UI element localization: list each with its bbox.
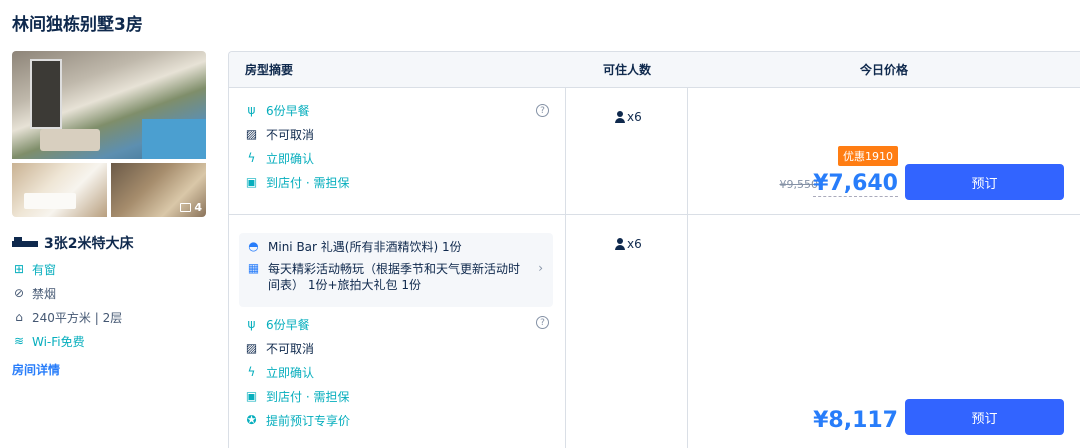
benefit-label: 到店付 · 需担保 — [266, 175, 350, 190]
benefit-breakfast: ψ 6份早餐 — [245, 102, 549, 118]
benefit-confirm: ϟ 立即确认 — [245, 364, 550, 380]
wifi-icon: ≋ — [13, 334, 25, 348]
chevron-right-icon: › — [538, 261, 543, 275]
bed-info: 3张2米特大床 — [12, 233, 206, 253]
benefit-label: 到店付 · 需担保 — [266, 389, 350, 404]
current-price[interactable]: ¥7,640 — [813, 172, 898, 197]
photo-bed — [24, 193, 76, 209]
current-price[interactable]: ¥8,117 — [813, 409, 898, 433]
feature-label: Wi-Fi免费 — [32, 334, 85, 349]
lightning-icon: ϟ — [247, 151, 256, 165]
occupancy: x6 — [614, 237, 642, 251]
book-button[interactable]: 预订 — [905, 399, 1064, 435]
price-cell: 优惠1910 ¥9,550 ¥7,640 预订 — [688, 88, 1080, 214]
gift-package[interactable]: ◓ Mini Bar 礼遇(所有非酒精饮料) 1份 ▦ 每天精彩活动畅玩（根据季节和… — [239, 233, 553, 307]
occupancy-count: x6 — [627, 110, 642, 124]
photo-sofa — [40, 129, 100, 151]
header-price: 今日价格 — [859, 63, 908, 77]
benefit-label: 6份早餐 — [266, 103, 310, 118]
header-summary: 房型摘要 — [245, 63, 294, 77]
benefit-label: 不可取消 — [266, 341, 315, 356]
room-detail-link[interactable]: 房间详情 — [12, 361, 206, 378]
room-title: 林间独栋别墅3房 — [12, 15, 143, 35]
feature-label: 禁烟 — [32, 286, 57, 301]
room-photo-main[interactable] — [12, 51, 206, 159]
rate-summary: ? ψ 6份早餐 ▨ 不可取消 ϟ 立即确认 ▣ 到店付 · 需担保 — [229, 88, 566, 214]
room-photo-thumb[interactable]: 4 — [111, 163, 206, 217]
benefit-cancel: ▨ 不可取消 — [245, 126, 549, 142]
rate-table: 房型摘要 可住人数 今日价格 ? ψ 6份早餐 ▨ 不可取消 ϟ 立即确认 ▣ 到店付 … — [228, 51, 1080, 448]
bed-icon — [12, 237, 38, 249]
benefit-label: 6份早餐 — [266, 317, 310, 332]
pay-icon: ▣ — [245, 389, 258, 403]
image-icon — [180, 203, 192, 212]
no-smoking-icon: ⊘ — [13, 286, 25, 300]
person-icon — [614, 111, 626, 123]
benefit-cancel: ▨ 不可取消 — [245, 340, 550, 356]
gift-activity: ▦ 每天精彩活动畅玩（根据季节和天气更新活动时间表） 1份+旅拍大礼包 1份 — [247, 261, 553, 293]
star-badge-icon: ✪ — [246, 413, 257, 427]
no-cancel-icon: ▨ — [245, 341, 258, 355]
rate-summary: ◓ Mini Bar 礼遇(所有非酒精饮料) 1份 ▦ 每天精彩活动畅玩（根据季节和… — [229, 215, 566, 448]
room-photo-thumb[interactable] — [12, 163, 107, 217]
photo-pool — [142, 119, 206, 159]
feature-no-smoking: ⊘ 禁烟 — [12, 285, 206, 301]
area-icon: ⌂ — [15, 310, 23, 324]
discount-badge: 优惠1910 — [838, 146, 898, 166]
utensils-icon: ψ — [247, 103, 256, 117]
pay-icon: ▣ — [245, 175, 258, 189]
occupancy: x6 — [614, 110, 642, 124]
utensils-icon: ψ — [247, 317, 256, 331]
book-button[interactable]: 预订 — [905, 164, 1064, 200]
bed-label: 3张2米特大床 — [44, 236, 134, 252]
photo-count-badge: 4 — [180, 201, 202, 214]
photo-count: 4 — [194, 201, 202, 214]
benefit-early-booking: ✪ 提前预订专享价 — [245, 412, 550, 428]
feature-area: ⌂ 240平方米 | 2层 — [12, 309, 206, 325]
benefit-list: ψ 6份早餐 ▨ 不可取消 ϟ 立即确认 ▣ 到店付 · 需担保 ✪ 提前预订专享价 — [245, 316, 550, 436]
no-cancel-icon: ▨ — [245, 127, 258, 141]
rate-row: ? ψ 6份早餐 ▨ 不可取消 ϟ 立即确认 ▣ 到店付 · 需担保 x6 优惠1910… — [229, 88, 1080, 215]
window-icon: ⊞ — [13, 262, 25, 276]
person-icon — [614, 238, 626, 250]
occupancy-count: x6 — [627, 237, 642, 251]
occupancy-cell: x6 — [566, 88, 688, 214]
feature-label: 240平方米 | 2层 — [32, 310, 123, 325]
benefit-payment: ▣ 到店付 · 需担保 — [245, 388, 550, 404]
feature-label: 有窗 — [32, 262, 57, 277]
help-icon[interactable]: ? — [536, 104, 549, 117]
header-occupancy: 可住人数 — [602, 63, 651, 77]
gift-label: 每天精彩活动畅玩（根据季节和天气更新活动时间表） 1份+旅拍大礼包 1份 — [268, 262, 521, 292]
feature-wifi: ≋ Wi-Fi免费 — [12, 333, 206, 349]
price-cell: ¥8,117 预订 — [688, 215, 1080, 448]
benefit-confirm: ϟ 立即确认 — [245, 150, 549, 166]
table-header: 房型摘要 可住人数 今日价格 — [229, 52, 1080, 88]
gift-label: Mini Bar 礼遇(所有非酒精饮料) 1份 — [268, 240, 462, 254]
lightning-icon: ϟ — [247, 365, 256, 379]
benefit-label: 提前预订专享价 — [266, 413, 351, 428]
feature-window: ⊞ 有窗 — [12, 261, 206, 277]
benefit-label: 不可取消 — [266, 127, 315, 142]
help-icon[interactable]: ? — [536, 316, 549, 329]
benefit-payment: ▣ 到店付 · 需担保 — [245, 174, 549, 190]
occupancy-cell: x6 — [566, 215, 688, 448]
benefit-breakfast: ψ 6份早餐 — [245, 316, 550, 332]
photo-window — [30, 59, 62, 129]
benefit-label: 立即确认 — [266, 365, 315, 380]
room-info-panel: 4 3张2米特大床 ⊞ 有窗 ⊘ 禁烟 ⌂ 240平方米 | 2层 ≋ Wi-F… — [12, 51, 206, 378]
rate-row: ◓ Mini Bar 礼遇(所有非酒精饮料) 1份 ▦ 每天精彩活动畅玩（根据季节和… — [229, 215, 1080, 448]
gift-icon: ▦ — [247, 260, 260, 275]
gift-minibar: ◓ Mini Bar 礼遇(所有非酒精饮料) 1份 — [247, 239, 553, 255]
service-bell-icon: ◓ — [248, 238, 259, 253]
benefit-label: 立即确认 — [266, 151, 315, 166]
photo-thumbnails: 4 — [12, 163, 206, 217]
